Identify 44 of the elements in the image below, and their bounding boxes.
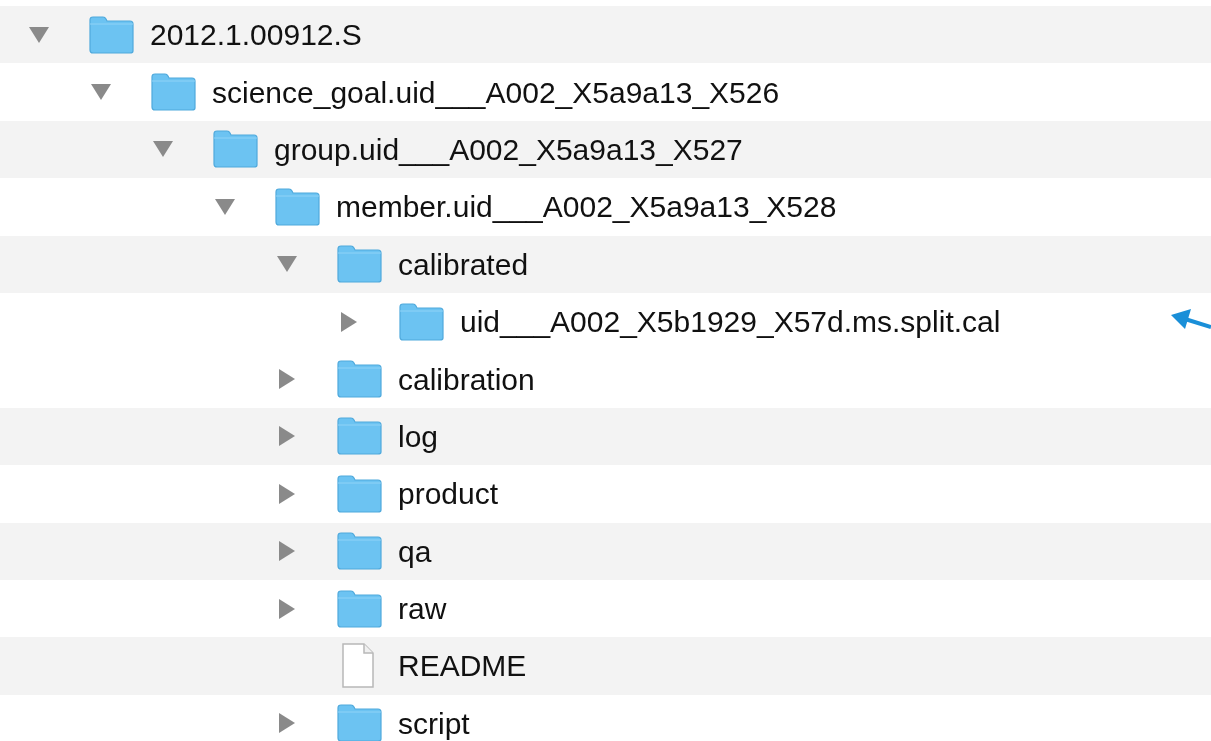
folder-name: log (398, 418, 439, 455)
folder-icon (336, 704, 382, 741)
file-name: README (398, 648, 527, 685)
tree-row[interactable]: qa (0, 522, 1211, 580)
tree-row[interactable]: calibrated (0, 235, 1211, 293)
disclosure-triangle-icon[interactable] (278, 712, 296, 735)
tree-row[interactable]: README (0, 637, 1211, 695)
disclosure-triangle-icon[interactable] (278, 482, 296, 505)
folder-icon (212, 130, 258, 169)
folder-name: product (398, 476, 499, 513)
folder-icon (336, 589, 382, 628)
disclosure-triangle-icon[interactable] (276, 255, 298, 274)
folder-name: 2012.1.00912.S (150, 17, 362, 54)
folder-icon (274, 187, 320, 226)
folder-name: member.uid___A002_X5a9a13_X528 (336, 189, 837, 226)
folder-name: qa (398, 533, 432, 570)
disclosure-triangle-icon[interactable] (278, 540, 296, 563)
disclosure-triangle-icon[interactable] (90, 83, 112, 102)
folder-icon (398, 302, 444, 341)
folder-name: raw (398, 591, 447, 628)
disclosure-triangle-icon[interactable] (278, 368, 296, 391)
folder-name: science_goal.uid___A002_X5a9a13_X526 (212, 74, 780, 111)
document-icon (340, 643, 376, 689)
folder-name: script (398, 705, 470, 741)
disclosure-triangle-icon[interactable] (278, 425, 296, 448)
disclosure-triangle-icon[interactable] (214, 197, 236, 216)
folder-icon (336, 360, 382, 399)
disclosure-triangle-icon[interactable] (340, 310, 358, 333)
disclosure-triangle-icon[interactable] (28, 25, 50, 44)
folder-icon (88, 15, 134, 54)
disclosure-triangle-icon[interactable] (278, 597, 296, 620)
folder-icon (336, 417, 382, 456)
folder-name: uid___A002_X5b1929_X57d.ms.split.cal (460, 304, 1001, 341)
tree-row[interactable]: group.uid___A002_X5a9a13_X527 (0, 120, 1211, 179)
folder-icon (336, 532, 382, 571)
folder-icon (336, 474, 382, 513)
folder-icon (336, 245, 382, 284)
folder-name: calibrated (398, 246, 529, 283)
tree-row[interactable]: 2012.1.00912.S (0, 6, 1211, 64)
disclosure-triangle-icon[interactable] (152, 140, 174, 159)
tree-row[interactable]: log (0, 407, 1211, 466)
folder-name: group.uid___A002_X5a9a13_X527 (274, 131, 743, 168)
folder-icon (150, 73, 196, 112)
folder-name: calibration (398, 361, 535, 398)
